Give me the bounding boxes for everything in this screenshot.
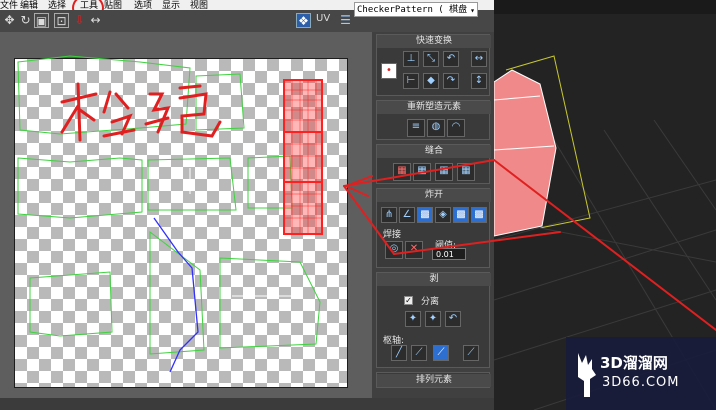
status-strip — [0, 398, 494, 410]
site-watermark — [566, 337, 716, 410]
deer-logo-icon — [578, 353, 596, 397]
arrow-lower — [393, 231, 561, 255]
arrow-to-weld — [343, 185, 395, 255]
arrow-to-scene — [493, 159, 716, 331]
watermark-title: 3D溜溜网 — [600, 354, 668, 372]
arrow-to-relax — [343, 159, 495, 187]
watermark-url: 3D66.COM — [602, 375, 680, 390]
